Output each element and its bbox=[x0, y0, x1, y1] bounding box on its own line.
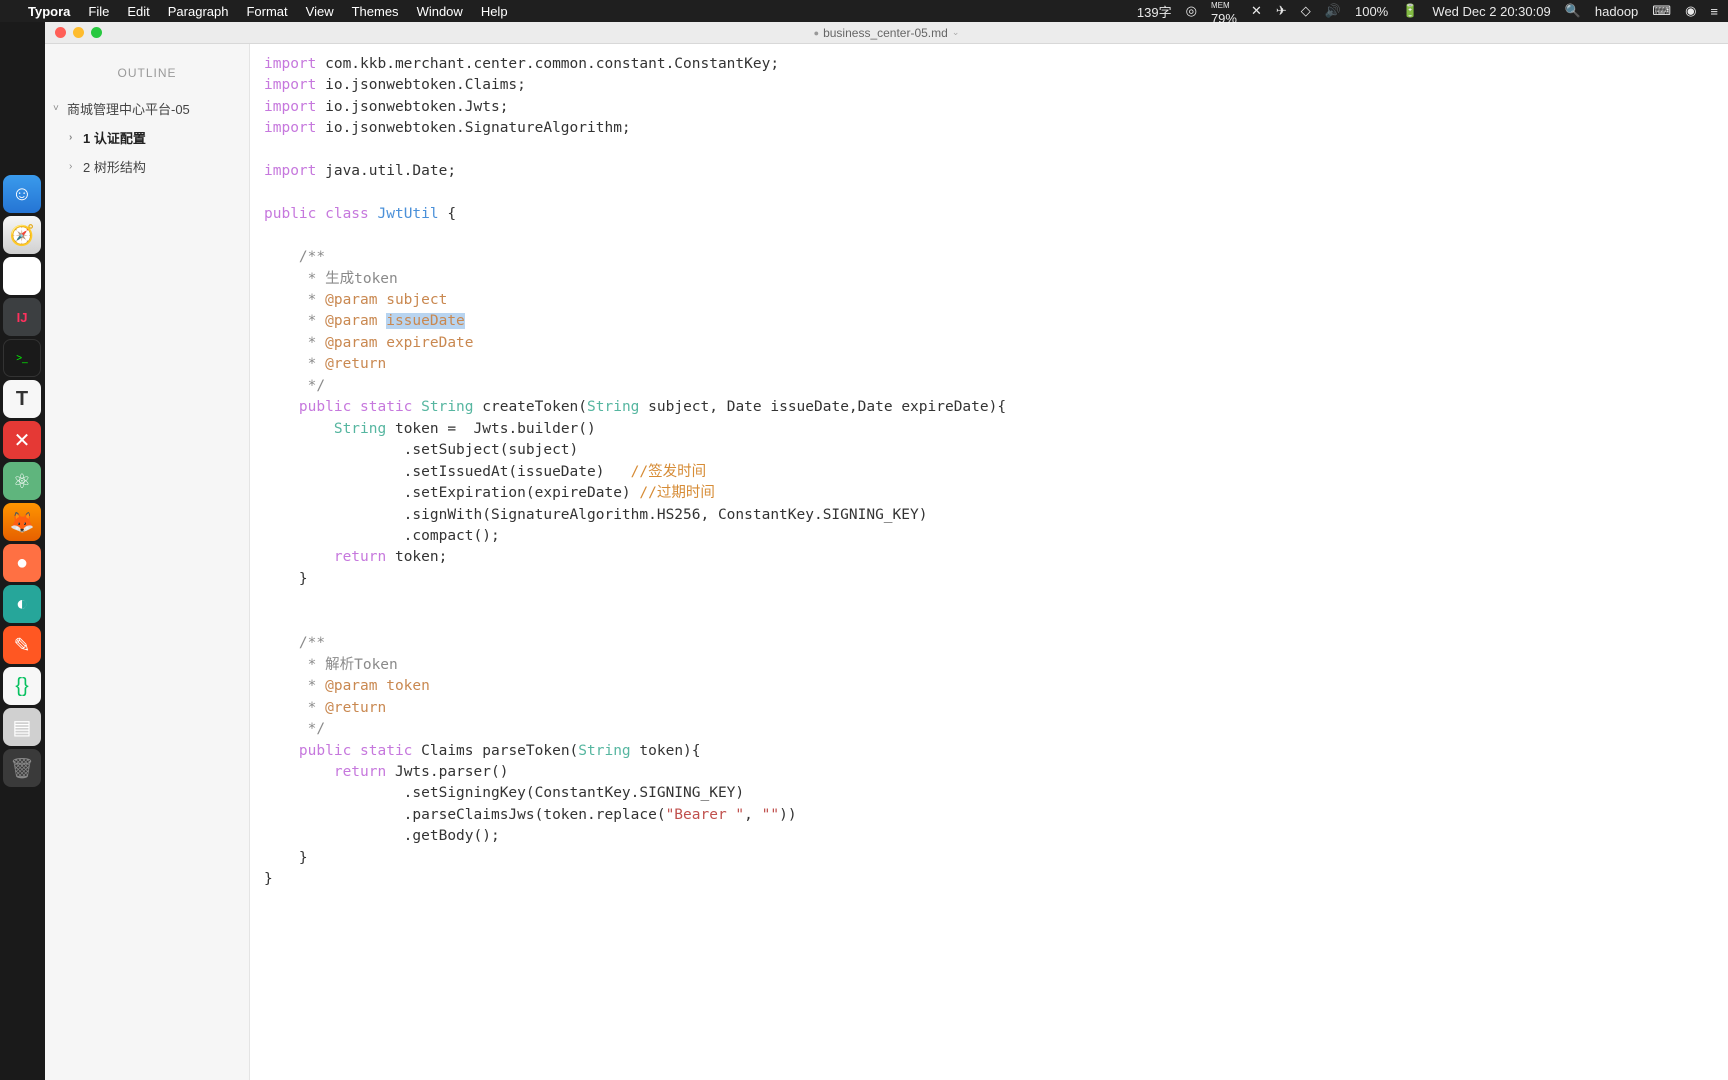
dock-app-orange2-icon[interactable]: ✎ bbox=[3, 626, 41, 664]
dock-typora-icon[interactable]: T bbox=[3, 380, 41, 418]
outline-item-label: 商城管理中心平台-05 bbox=[67, 99, 190, 118]
minimize-button[interactable] bbox=[73, 27, 84, 38]
word-count[interactable]: 139字 bbox=[1137, 2, 1172, 21]
window-body: OUTLINE ˅ 商城管理中心平台-05 › 1 认证配置 › 2 树形结构 impor… bbox=[45, 44, 1728, 1080]
outline-item-label: 2 树形结构 bbox=[83, 157, 146, 176]
outline-header: OUTLINE bbox=[45, 56, 249, 94]
menu-edit[interactable]: Edit bbox=[127, 4, 149, 19]
screenshot-icon[interactable]: ◎ bbox=[1186, 3, 1197, 19]
menu-file[interactable]: File bbox=[88, 4, 109, 19]
chevron-icon[interactable]: › bbox=[69, 132, 79, 143]
battery-pct[interactable]: 100% bbox=[1355, 4, 1388, 19]
maximize-button[interactable] bbox=[91, 27, 102, 38]
outline-item-label: 1 认证配置 bbox=[83, 128, 146, 147]
spotlight-icon[interactable]: 🔍 bbox=[1565, 3, 1581, 19]
battery-icon[interactable]: 🔋 bbox=[1402, 3, 1418, 19]
outline-item-0[interactable]: ˅ 商城管理中心平台-05 bbox=[51, 94, 243, 123]
send-icon[interactable]: ✈ bbox=[1276, 3, 1287, 19]
user-name[interactable]: hadoop bbox=[1595, 4, 1638, 19]
editor-area[interactable]: import com.kkb.merchant.center.common.co… bbox=[250, 44, 1728, 1080]
app-name[interactable]: Typora bbox=[28, 4, 70, 19]
window-title: ● business_center-05.md ⌄ bbox=[814, 26, 960, 40]
dock-firefox-icon[interactable]: 🦊 bbox=[3, 503, 41, 541]
menu-view[interactable]: View bbox=[306, 4, 334, 19]
macos-menubar: Typora File Edit Paragraph Format View T… bbox=[0, 0, 1728, 22]
menu-format[interactable]: Format bbox=[246, 4, 287, 19]
document-filename: business_center-05.md bbox=[823, 26, 948, 40]
typora-window: ● business_center-05.md ⌄ OUTLINE ˅ 商城管理中… bbox=[45, 22, 1728, 1080]
dock-intellij-icon[interactable]: IJ bbox=[3, 298, 41, 336]
menu-paragraph[interactable]: Paragraph bbox=[168, 4, 229, 19]
dock-trash-icon[interactable]: 🗑 bbox=[3, 749, 41, 787]
dock-notes-icon[interactable]: ▤ bbox=[3, 708, 41, 746]
dock-chrome-icon[interactable]: ◉ bbox=[3, 257, 41, 295]
siri-icon[interactable]: ◉ bbox=[1685, 3, 1696, 19]
fan-icon[interactable]: ✕ bbox=[1251, 3, 1262, 19]
document-modified-icon: ● bbox=[814, 28, 819, 38]
chevron-icon[interactable]: ˅ bbox=[53, 103, 63, 114]
dock-finder-icon[interactable]: ☺ bbox=[3, 175, 41, 213]
dock-xmind-icon[interactable]: ✕ bbox=[3, 421, 41, 459]
close-button[interactable] bbox=[55, 27, 66, 38]
dock-app-teal-icon[interactable]: ◐ bbox=[3, 585, 41, 623]
menubar-left: Typora File Edit Paragraph Format View T… bbox=[10, 4, 508, 19]
dock-safari-icon[interactable]: 🧭 bbox=[3, 216, 41, 254]
mem-indicator[interactable]: MEM79% bbox=[1211, 0, 1237, 26]
dock-atom-icon[interactable]: ⚛ bbox=[3, 462, 41, 500]
volume-icon[interactable]: 🔊 bbox=[1325, 3, 1341, 19]
menubar-right: 139字 ◎ MEM79% ✕ ✈ ◇ 🔊 100% 🔋 Wed Dec 2 2… bbox=[1137, 0, 1718, 26]
outline-item-2[interactable]: › 2 树形结构 bbox=[51, 152, 243, 181]
menu-help[interactable]: Help bbox=[481, 4, 508, 19]
input-source-icon[interactable]: ⌨ bbox=[1652, 3, 1671, 19]
control-center-icon[interactable]: ≡ bbox=[1710, 4, 1718, 19]
dock-terminal-icon[interactable]: >_ bbox=[3, 339, 41, 377]
datetime[interactable]: Wed Dec 2 20:30:09 bbox=[1432, 4, 1550, 19]
outline-tree: ˅ 商城管理中心平台-05 › 1 认证配置 › 2 树形结构 bbox=[45, 94, 249, 181]
chevron-down-icon[interactable]: ⌄ bbox=[952, 27, 960, 38]
chevron-icon[interactable]: › bbox=[69, 161, 79, 172]
dock-app-orange-icon[interactable]: ● bbox=[3, 544, 41, 582]
wifi-icon[interactable]: ◇ bbox=[1301, 3, 1311, 19]
outline-item-1[interactable]: › 1 认证配置 bbox=[51, 123, 243, 152]
traffic-lights bbox=[55, 27, 102, 38]
dock: ☺🧭◉IJ>_T✕⚛🦊●◐✎{}▤🗑 bbox=[3, 175, 45, 787]
menu-themes[interactable]: Themes bbox=[352, 4, 399, 19]
dock-wechat-dev-icon[interactable]: {} bbox=[3, 667, 41, 705]
outline-sidebar: OUTLINE ˅ 商城管理中心平台-05 › 1 认证配置 › 2 树形结构 bbox=[45, 44, 250, 1080]
menu-window[interactable]: Window bbox=[417, 4, 463, 19]
